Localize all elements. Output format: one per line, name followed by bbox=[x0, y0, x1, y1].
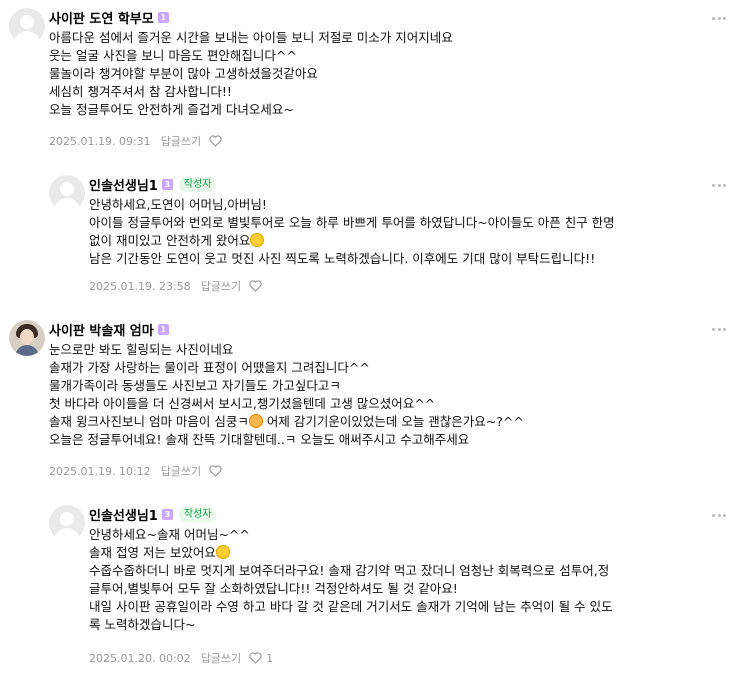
reply-button[interactable]: 답글쓰기 bbox=[161, 133, 201, 149]
comment-line: 오늘 정글투어도 안전하게 즐겁게 다녀오세요~ bbox=[49, 102, 294, 117]
reply-button[interactable]: 답글쓰기 bbox=[201, 650, 241, 666]
comment-body: 아름다운 섬에서 즐거운 시간을 보내는 아이들 보니 저절로 미소가 지어지네… bbox=[49, 29, 453, 119]
comment-list: 사이판 도연 학부모 1 아름다운 섬에서 즐거운 시간을 보내는 아이들 보니… bbox=[0, 0, 744, 686]
comment-line: 아이들 정글투어와 번외로 별빛투어로 오늘 하루 바쁘게 투어를 하였답니다~… bbox=[89, 215, 615, 230]
profile-photo-avatar[interactable] bbox=[9, 320, 45, 356]
heart-icon[interactable] bbox=[249, 279, 263, 293]
comment-line: 안녕하세요~솔재 어머님~^^ bbox=[89, 527, 250, 542]
comment-line: 물개가족이라 동생들도 사진보고 자기들도 가고싶다고ㅋ bbox=[49, 378, 341, 393]
comment-line: 글투어,별빛투어 모두 잘 소화하였답니다!! 걱정안하셔도 될 것 같아요! bbox=[89, 581, 458, 596]
comment-text: 없이 재미있고 안전하게 왔어요 bbox=[89, 233, 251, 248]
more-dots-icon[interactable] bbox=[712, 513, 726, 517]
heart-icon[interactable] bbox=[209, 464, 223, 478]
comment-line: 남은 기간동안 도연이 웃고 멋진 사진 찍도록 노력하겠습니다. 이후에도 기… bbox=[89, 251, 596, 266]
comment-line: 세심히 챙겨주셔서 참 감사합니다!! bbox=[49, 84, 232, 99]
reply-button[interactable]: 답글쓰기 bbox=[201, 278, 241, 294]
like-count: 1 bbox=[266, 651, 274, 665]
comment-line: 오늘은 정글투어네요! 솔재 잔뜩 기대할텐데..ㅋ 오늘도 애써주시고 수고해… bbox=[49, 432, 470, 447]
comment-text: 솔재 윙크사진보니 엄마 마음이 심쿵ㅋ bbox=[49, 414, 249, 429]
author-nickname[interactable]: 사이판 박솔재 엄마 bbox=[49, 320, 154, 339]
member-level-icon: 1 bbox=[157, 11, 169, 23]
author-badge: 작성자 bbox=[178, 176, 217, 192]
comment-meta: 2025.01.19. 23:58 답글쓰기 bbox=[89, 278, 263, 294]
comment-line: 내일 사이판 공휴일이라 수영 하고 바다 갈 것 같은데 거기서도 솔재가 기… bbox=[89, 599, 613, 614]
reply-comment: 인솔선생님1 3 작성자 안녕하세요,도연이 어머님,아버님! 아이들 정글투어… bbox=[0, 160, 744, 310]
comment-line: 록 노력하겠습니다~ bbox=[89, 617, 196, 632]
comment-meta: 2025.01.20. 00:02 답글쓰기 1 bbox=[89, 650, 273, 666]
comment-body: 눈으로만 봐도 힐링되는 사진이네요 솔재가 가장 사랑하는 물이라 표정이 어… bbox=[49, 341, 524, 449]
comment-body: 안녕하세요,도연이 어머님,아버님! 아이들 정글투어와 번외로 별빛투어로 오… bbox=[89, 196, 615, 268]
comment-line: 첫 바다라 아이들을 더 신경써서 보시고,챙기셨을텐데 고생 많으셨어요^^ bbox=[49, 396, 436, 411]
more-dots-icon[interactable] bbox=[712, 327, 726, 331]
comment-line: 수줍수줍하더니 바로 멋지게 보여주더라구요! 솔재 감기약 먹고 잤더니 엄청… bbox=[89, 563, 610, 578]
comment: 사이판 도연 학부모 1 아름다운 섬에서 즐거운 시간을 보내는 아이들 보니… bbox=[0, 0, 744, 160]
comment-line: 아름다운 섬에서 즐거운 시간을 보내는 아이들 보니 저절로 미소가 지어지네… bbox=[49, 30, 453, 45]
comment-line: 안녕하세요,도연이 어머님,아버님! bbox=[89, 197, 267, 212]
author-nickname[interactable]: 인솔선생님1 bbox=[89, 175, 158, 194]
comment-header: 인솔선생님1 3 작성자 bbox=[89, 175, 217, 194]
comment-header: 사이판 도연 학부모 1 bbox=[49, 8, 169, 27]
member-level-icon: 1 bbox=[157, 323, 169, 335]
comment-text: 솔재 접영 저는 보았어요 bbox=[89, 545, 216, 560]
smile-emoji-icon bbox=[250, 233, 265, 247]
more-dots-icon[interactable] bbox=[712, 183, 726, 187]
comment-date: 2025.01.19. 10:12 bbox=[49, 464, 151, 478]
reply-button[interactable]: 답글쓰기 bbox=[161, 463, 201, 479]
comment-date: 2025.01.19. 23:58 bbox=[89, 279, 191, 293]
comment-line: 웃는 얼굴 사진을 보니 마음도 편안해집니다^^ bbox=[49, 48, 297, 63]
comment-text: 어제 감기기운이있었는데 오늘 괜찮은가요~?^^ bbox=[262, 414, 524, 429]
heart-icon[interactable] bbox=[209, 134, 223, 148]
comment-line: 솔재 윙크사진보니 엄마 마음이 심쿵ㅋ 어제 감기기운이있었는데 오늘 괜찮은… bbox=[49, 413, 524, 431]
heart-icon[interactable] bbox=[249, 651, 263, 665]
default-avatar-icon[interactable] bbox=[49, 505, 85, 541]
comment-line: 솔재 접영 저는 보았어요 bbox=[89, 544, 613, 562]
more-dots-icon[interactable] bbox=[712, 16, 726, 20]
default-avatar-icon[interactable] bbox=[9, 8, 45, 44]
member-level-icon: 3 bbox=[161, 178, 173, 190]
comment-date: 2025.01.19. 09:31 bbox=[49, 134, 151, 148]
comment-line: 눈으로만 봐도 힐링되는 사진이네요 bbox=[49, 342, 234, 357]
comment-body: 안녕하세요~솔재 어머님~^^ 솔재 접영 저는 보았어요 수줍수줍하더니 바로… bbox=[89, 526, 613, 634]
reply-comment: 인솔선생님1 3 작성자 안녕하세요~솔재 어머님~^^ 솔재 접영 저는 보았… bbox=[0, 490, 744, 686]
comment-header: 사이판 박솔재 엄마 1 bbox=[49, 320, 169, 339]
comment-meta: 2025.01.19. 10:12 답글쓰기 bbox=[49, 463, 223, 479]
comment-date: 2025.01.20. 00:02 bbox=[89, 651, 191, 665]
member-level-icon: 3 bbox=[161, 508, 173, 520]
comment-line: 없이 재미있고 안전하게 왔어요 bbox=[89, 232, 615, 250]
author-badge: 작성자 bbox=[178, 506, 217, 522]
comment-line: 솔재가 가장 사랑하는 물이라 표정이 어땠을지 그려집니다^^ bbox=[49, 360, 370, 375]
author-nickname[interactable]: 인솔선생님1 bbox=[89, 505, 158, 524]
comment: 사이판 박솔재 엄마 1 눈으로만 봐도 힐링되는 사진이네요 솔재가 가장 사… bbox=[0, 310, 744, 490]
comment-meta: 2025.01.19. 09:31 답글쓰기 bbox=[49, 133, 223, 149]
default-avatar-icon[interactable] bbox=[49, 175, 85, 211]
comment-line: 물놀이라 챙겨야할 부분이 많아 고생하셨을것같아요 bbox=[49, 66, 318, 81]
comment-header: 인솔선생님1 3 작성자 bbox=[89, 505, 217, 524]
dizzy-emoji-icon bbox=[248, 414, 263, 428]
author-nickname[interactable]: 사이판 도연 학부모 bbox=[49, 8, 154, 27]
smile-emoji-icon bbox=[215, 545, 230, 559]
